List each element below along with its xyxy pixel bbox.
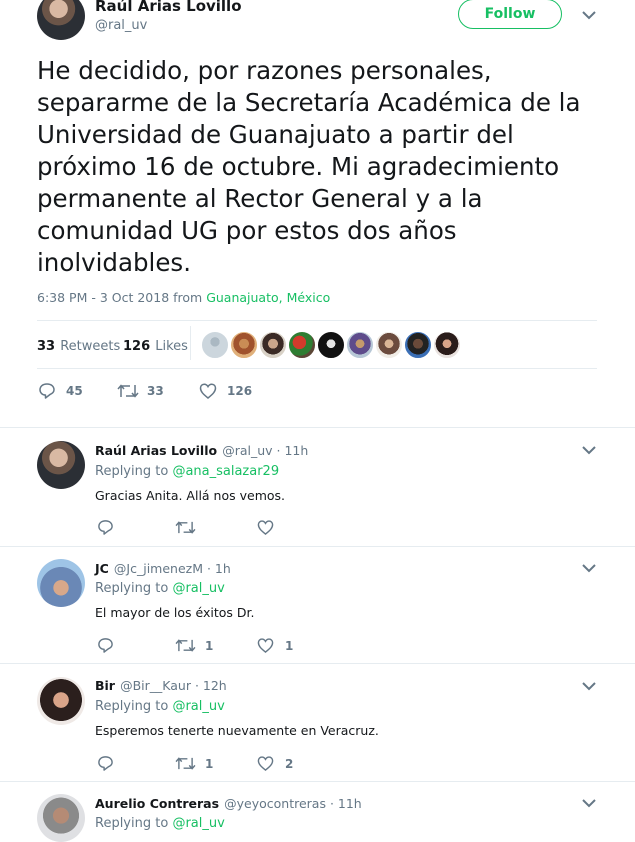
stats-separator <box>190 326 191 360</box>
reply-author-name[interactable]: Raúl Arias Lovillo <box>95 443 217 458</box>
like-count: 126 <box>227 384 253 398</box>
retweets-count: 33 <box>37 339 56 354</box>
replying-to-handle[interactable]: @ral_uv <box>172 581 224 596</box>
timestamp-text[interactable]: 6:38 PM - 3 Oct 2018 from <box>37 290 206 305</box>
chevron-down-icon[interactable] <box>581 798 597 808</box>
author-handle[interactable]: @ral_uv <box>95 18 147 33</box>
reply-header: Raúl Arias Lovillo @ral_uv · 11h <box>95 440 308 459</box>
follow-button[interactable]: Follow <box>458 0 562 29</box>
divider <box>37 368 597 369</box>
retweet-icon[interactable] <box>117 382 139 400</box>
chevron-down-icon[interactable] <box>581 563 597 573</box>
reply-text: Esperemos tenerte nuevamente en Veracruz… <box>95 723 379 738</box>
replying-label: Replying to <box>95 699 173 714</box>
reply-handle-time[interactable]: @Bir__Kaur · 12h <box>120 678 227 693</box>
tweet-timestamp: 6:38 PM - 3 Oct 2018 from Guanajuato, Mé… <box>37 290 330 305</box>
chevron-down-icon[interactable] <box>581 10 597 20</box>
retweet-icon[interactable] <box>175 755 196 772</box>
replying-to-handle[interactable]: @ana_salazar29 <box>172 464 279 479</box>
reply-count: 45 <box>66 384 83 398</box>
liker-avatar[interactable] <box>288 331 316 359</box>
heart-icon[interactable] <box>257 637 274 654</box>
replying-to: Replying to @ral_uv <box>95 816 225 831</box>
reply-handle-time[interactable]: @ral_uv · 11h <box>222 443 308 458</box>
reply-divider <box>0 546 635 547</box>
heart-icon[interactable] <box>199 382 217 400</box>
reply-avatar[interactable] <box>37 559 85 607</box>
heart-icon[interactable] <box>257 755 274 772</box>
heart-icon[interactable] <box>257 519 274 536</box>
reply-author-name[interactable]: Bir <box>95 678 115 693</box>
liker-avatar[interactable] <box>317 331 345 359</box>
replying-label: Replying to <box>95 581 173 596</box>
divider <box>37 320 597 321</box>
likes-stat[interactable]: 126 Likes <box>123 335 188 354</box>
reply-divider <box>0 663 635 664</box>
retweet-count: 33 <box>147 384 164 398</box>
tweet-location[interactable]: Guanajuato, México <box>206 290 330 305</box>
reply-author-name[interactable]: Aurelio Contreras <box>95 796 219 811</box>
replying-to: Replying to @ral_uv <box>95 699 225 714</box>
reply-avatar[interactable] <box>37 794 85 842</box>
reply-handle-time[interactable]: @Jc_jimenezM · 1h <box>114 561 231 576</box>
reply-avatar[interactable] <box>37 677 85 725</box>
replying-label: Replying to <box>95 816 173 831</box>
reply-retweet-count: 1 <box>205 639 214 653</box>
replying-to-handle[interactable]: @ral_uv <box>172 699 224 714</box>
likes-label: Likes <box>155 339 188 354</box>
retweet-icon[interactable] <box>175 519 196 536</box>
tweet-text: He decidido, por razones personales, sep… <box>37 56 581 277</box>
replying-to: Replying to @ana_salazar29 <box>95 464 279 479</box>
liker-avatar[interactable] <box>346 331 374 359</box>
liker-avatar[interactable] <box>259 331 287 359</box>
reply-retweet-count: 1 <box>205 757 214 771</box>
reply-author-name[interactable]: JC <box>95 561 109 576</box>
reply-header: Bir @Bir__Kaur · 12h <box>95 675 227 694</box>
reply-divider <box>0 781 635 782</box>
reply-icon[interactable] <box>38 382 56 400</box>
replying-to: Replying to @ral_uv <box>95 581 225 596</box>
retweet-icon[interactable] <box>175 637 196 654</box>
author-name[interactable]: Raúl Arias Lovillo <box>95 0 242 15</box>
retweets-stat[interactable]: 33 Retweets <box>37 335 120 354</box>
section-divider <box>0 427 635 428</box>
reply-avatar[interactable] <box>37 441 85 489</box>
chevron-down-icon[interactable] <box>581 445 597 455</box>
author-avatar[interactable] <box>37 0 85 40</box>
reply-like-count: 1 <box>285 639 294 653</box>
reply-handle-time[interactable]: @yeyocontreras · 11h <box>224 796 362 811</box>
liker-avatar[interactable] <box>433 331 461 359</box>
liker-avatar[interactable] <box>404 331 432 359</box>
likes-count: 126 <box>123 339 151 354</box>
chevron-down-icon[interactable] <box>581 681 597 691</box>
reply-text: El mayor de los éxitos Dr. <box>95 605 255 620</box>
reply-header: JC @Jc_jimenezM · 1h <box>95 558 231 577</box>
reply-icon[interactable] <box>97 637 114 654</box>
reply-header: Aurelio Contreras @yeyocontreras · 11h <box>95 793 362 812</box>
liker-avatar[interactable] <box>230 331 258 359</box>
replying-label: Replying to <box>95 464 173 479</box>
reply-icon[interactable] <box>97 519 114 536</box>
reply-icon[interactable] <box>97 755 114 772</box>
liker-avatar[interactable] <box>201 331 229 359</box>
reply-like-count: 2 <box>285 757 294 771</box>
liker-avatar[interactable] <box>375 331 403 359</box>
replying-to-handle[interactable]: @ral_uv <box>172 816 224 831</box>
retweets-label: Retweets <box>60 339 121 354</box>
reply-text: Gracias Anita. Allá nos vemos. <box>95 488 286 503</box>
